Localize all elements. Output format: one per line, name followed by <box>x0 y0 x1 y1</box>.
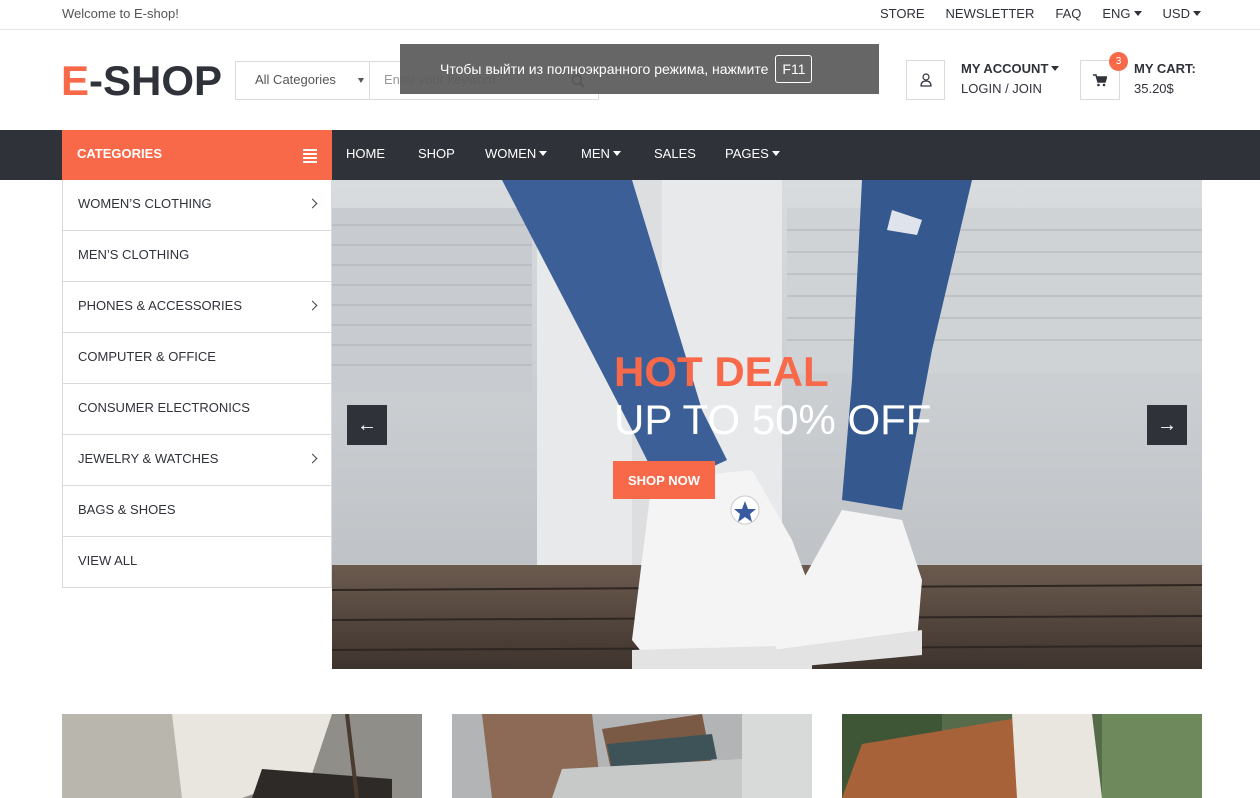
account-button[interactable] <box>906 60 945 100</box>
category-label: MEN’S CLOTHING <box>78 247 190 262</box>
search-category-value: All Categories <box>255 72 336 87</box>
fullscreen-key: F11 <box>775 55 813 83</box>
category-label: VIEW ALL <box>78 553 138 568</box>
category-item[interactable]: MEN’S CLOTHING <box>63 231 331 282</box>
category-item[interactable]: VIEW ALL <box>63 537 331 587</box>
caret-down-icon <box>539 151 548 156</box>
top-bar: Welcome to E-shop! STORE NEWSLETTER FAQ … <box>0 0 1260 30</box>
dropdown-arrow-icon <box>358 78 364 83</box>
chevron-right-icon <box>307 453 318 464</box>
caret-down-icon <box>1193 11 1201 16</box>
slider-next-button[interactable]: → <box>1147 405 1187 445</box>
nav-pages[interactable]: PAGES <box>725 146 780 161</box>
category-item[interactable]: PHONES & ACCESSORIES <box>63 282 331 333</box>
cart-count-badge: 3 <box>1109 52 1128 71</box>
language-label: ENG <box>1102 6 1131 21</box>
category-item[interactable]: BAGS & SHOES <box>63 486 331 537</box>
search-category-select[interactable]: All Categories <box>236 62 370 99</box>
nav-shop[interactable]: SHOP <box>418 146 485 161</box>
main-navigation: CATEGORIES HOME SHOP WOMEN MEN SALES PAG… <box>0 130 1260 180</box>
category-item[interactable]: JEWELRY & WATCHES <box>63 435 331 486</box>
category-label: WOMEN’S CLOTHING <box>78 196 212 211</box>
caret-down-icon <box>612 151 621 156</box>
hero-headline: HOT DEAL <box>614 348 829 395</box>
category-item[interactable]: COMPUTER & OFFICE <box>63 333 331 384</box>
arrow-left-icon: ← <box>357 413 377 436</box>
category-label: JEWELRY & WATCHES <box>78 451 219 466</box>
promo-banner[interactable] <box>62 714 422 798</box>
logo-text: -SHOP <box>89 57 223 104</box>
banner-image <box>452 714 812 798</box>
nav-women[interactable]: WOMEN <box>485 146 581 161</box>
category-item[interactable]: CONSUMER ELECTRONICS <box>63 384 331 435</box>
nav-sales[interactable]: SALES <box>654 146 725 161</box>
currency-selector[interactable]: USD <box>1163 6 1201 21</box>
category-label: BAGS & SHOES <box>78 502 176 517</box>
account-menu[interactable]: MY ACCOUNT <box>961 61 1060 76</box>
logo-accent: E <box>61 57 90 104</box>
menu-icon <box>303 149 317 165</box>
chevron-right-icon <box>307 300 318 311</box>
logo[interactable]: E-SHOP <box>61 57 222 105</box>
hero-subheadline: UP TO 50% OFF <box>614 396 932 443</box>
category-list: WOMEN’S CLOTHING MEN’S CLOTHING PHONES &… <box>62 180 332 588</box>
banner-image <box>62 714 422 798</box>
cart-title[interactable]: MY CART: <box>1134 61 1196 76</box>
user-icon <box>919 73 932 87</box>
nav-men[interactable]: MEN <box>581 146 654 161</box>
newsletter-link[interactable]: NEWSLETTER <box>946 6 1035 21</box>
promo-banner[interactable] <box>452 714 812 798</box>
nav-women-label: WOMEN <box>485 146 537 161</box>
caret-down-icon <box>771 151 780 156</box>
hero-slider: HOT DEAL UP TO 50% OFF SHOP NOW ← → <box>332 180 1202 669</box>
login-join-link[interactable]: LOGIN / JOIN <box>961 81 1042 96</box>
slider-prev-button[interactable]: ← <box>347 405 387 445</box>
category-label: COMPUTER & OFFICE <box>78 349 216 364</box>
cart-total: 35.20$ <box>1134 81 1174 96</box>
faq-link[interactable]: FAQ <box>1055 6 1081 21</box>
header: E-SHOP All Categories Enter your keyword… <box>0 30 1260 130</box>
nav-home[interactable]: HOME <box>346 146 418 161</box>
nav-links: HOME SHOP WOMEN MEN SALES PAGES <box>346 146 780 161</box>
category-label: CONSUMER ELECTRONICS <box>78 400 250 415</box>
cart-icon <box>1093 73 1107 86</box>
welcome-text: Welcome to E-shop! <box>62 6 179 21</box>
caret-down-icon <box>1051 66 1060 71</box>
fullscreen-notice-text: Чтобы выйти из полноэкранного режима, на… <box>440 61 769 77</box>
nav-pages-label: PAGES <box>725 146 769 161</box>
caret-down-icon <box>1133 11 1142 16</box>
fullscreen-notice: Чтобы выйти из полноэкранного режима, на… <box>400 44 879 94</box>
banner-image <box>842 714 1202 798</box>
language-selector[interactable]: ENG <box>1102 6 1142 21</box>
categories-toggle[interactable]: CATEGORIES <box>62 130 332 180</box>
account-title: MY ACCOUNT <box>961 61 1049 76</box>
currency-label: USD <box>1162 6 1190 21</box>
store-link[interactable]: STORE <box>880 6 925 21</box>
arrow-right-icon: → <box>1157 413 1177 436</box>
categories-label: CATEGORIES <box>77 146 162 161</box>
category-item[interactable]: WOMEN’S CLOTHING <box>63 180 331 231</box>
category-label: PHONES & ACCESSORIES <box>78 298 242 313</box>
nav-men-label: MEN <box>581 146 610 161</box>
promo-banner[interactable] <box>842 714 1202 798</box>
top-links: STORE NEWSLETTER FAQ ENG USD <box>880 6 1201 21</box>
shop-now-button[interactable]: SHOP NOW <box>613 461 715 499</box>
chevron-right-icon <box>307 198 318 209</box>
